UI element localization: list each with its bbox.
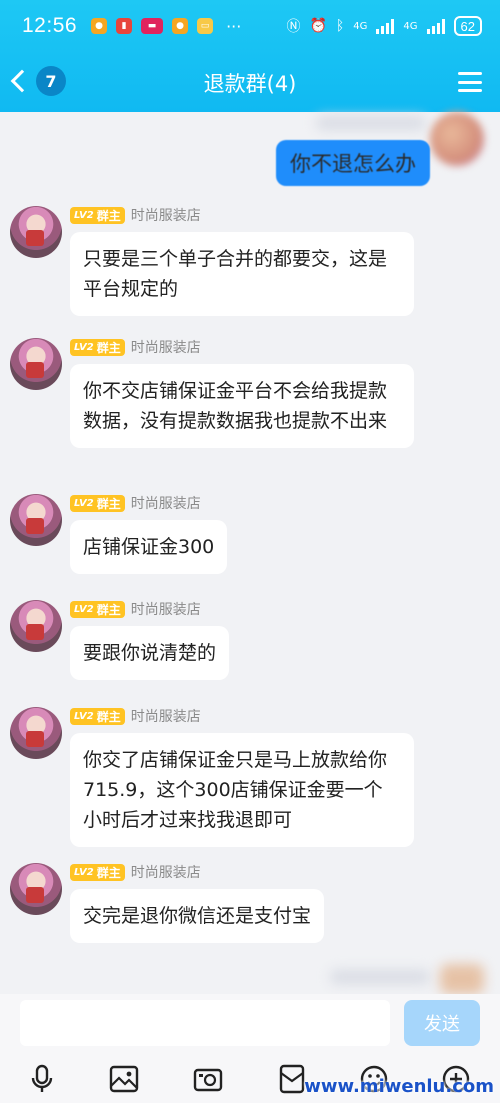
alarm-icon: ⏰ — [309, 18, 327, 34]
my-avatar[interactable] — [430, 112, 484, 166]
avatar[interactable] — [10, 338, 62, 390]
avatar[interactable] — [10, 600, 62, 652]
network-type: 4G — [353, 20, 368, 32]
avatar[interactable] — [10, 707, 62, 759]
message-bubble[interactable]: 只要是三个单子合并的都要交，这是平台规定的 — [70, 232, 414, 316]
message-input[interactable] — [20, 1000, 390, 1046]
more-notifications-icon: ··· — [226, 16, 242, 36]
image-icon[interactable] — [108, 1064, 140, 1094]
bluetooth-icon: ᛒ — [335, 18, 345, 34]
chat-title: 退款群(4) — [203, 72, 297, 96]
input-toolbar: www.miwenlu.com — [0, 1054, 500, 1103]
sender-name: 时尚服装店 — [130, 496, 201, 512]
message-bubble[interactable]: 你不交店铺保证金平台不会给我提款数据，没有提款数据我也提款不出来 — [70, 364, 414, 448]
chat-area[interactable]: 你不退怎么办 LV2 群主 时尚服装店 只要是三个单子合并的都要交，这是平台规定的… — [0, 112, 500, 994]
camera-icon[interactable] — [192, 1064, 224, 1094]
menu-icon[interactable] — [458, 72, 482, 92]
nfc-icon: Ⓝ — [286, 19, 301, 35]
signal-icon-2 — [426, 18, 445, 34]
sender-name: 时尚服装店 — [130, 602, 201, 618]
network-type-2: 4G — [403, 20, 418, 32]
sender-name: 时尚服装店 — [130, 208, 201, 224]
sender-name: 时尚服装店 — [130, 709, 201, 725]
message-bubble[interactable]: 店铺保证金300 — [70, 520, 228, 574]
app-notification-icon: ▮ — [116, 18, 133, 34]
send-button[interactable]: 发送 — [404, 1000, 480, 1046]
my-message-bubble[interactable]: 你不退怎么办 — [276, 140, 430, 186]
blurred-avatar — [440, 964, 484, 994]
avatar[interactable] — [10, 206, 62, 258]
role-tag: LV2 群主 — [70, 206, 125, 224]
avatar[interactable] — [10, 863, 62, 915]
notification-icons: ● ▮ ▬ ● ▭ ··· — [91, 17, 241, 36]
blurred-name-2 — [330, 970, 430, 984]
battery-indicator: 62 — [453, 16, 482, 36]
role-tag: LV2 群主 — [70, 600, 125, 618]
status-time: 12:56 — [22, 14, 78, 37]
watermark: www.miwenlu.com — [304, 1076, 494, 1097]
sender-name: 时尚服装店 — [130, 340, 201, 356]
message-app-icon: ▭ — [197, 18, 214, 34]
message-bubble[interactable]: 交完是退你微信还是支付宝 — [70, 889, 325, 943]
weibo-icon: ● — [91, 18, 108, 34]
microphone-icon[interactable] — [26, 1064, 58, 1094]
role-tag: LV2 群主 — [70, 338, 125, 356]
status-bar: 12:56 ● ▮ ▬ ● ▭ ··· Ⓝ ⏰ ᛒ 4G 4G 62 — [0, 0, 500, 52]
signal-icon — [376, 18, 395, 34]
news-app-icon: ▬ — [141, 18, 164, 34]
avatar[interactable] — [10, 494, 62, 546]
title-bar: 7 退款群(4) — [0, 52, 500, 112]
role-tag: LV2 群主 — [70, 863, 125, 881]
weibo-icon-2: ● — [172, 18, 189, 34]
role-tag: LV2 群主 — [70, 494, 125, 512]
input-bar: 发送 — [0, 994, 500, 1054]
top-bar: 12:56 ● ▮ ▬ ● ▭ ··· Ⓝ ⏰ ᛒ 4G 4G 62 7 退款群… — [0, 0, 500, 112]
blurred-name — [316, 116, 426, 130]
message-bubble[interactable]: 要跟你说清楚的 — [70, 626, 230, 680]
message-bubble[interactable]: 你交了店铺保证金只是马上放款给你715.9，这个300店铺保证金要一个小时后才过… — [70, 733, 414, 847]
sender-name: 时尚服装店 — [130, 865, 201, 881]
role-tag: LV2 群主 — [70, 707, 125, 725]
